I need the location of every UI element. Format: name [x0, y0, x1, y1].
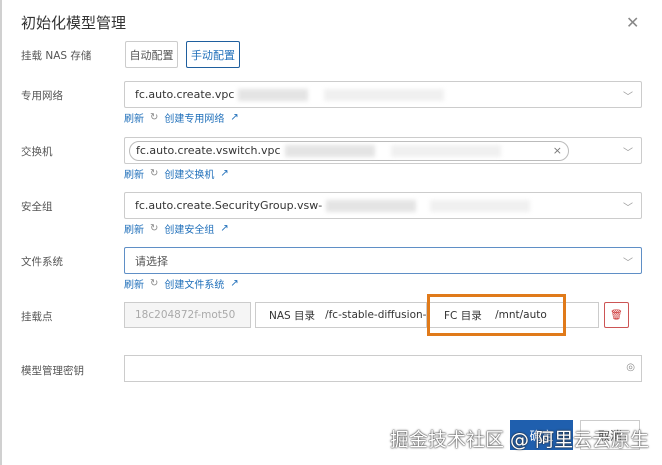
vswitch-select[interactable]: fc.auto.create.vswitch.vpc × ﹀ — [124, 137, 642, 164]
manual-config-button[interactable]: 手动配置 — [186, 41, 240, 68]
fs-select[interactable]: 请选择 ﹀ — [124, 247, 642, 274]
mount-id-field: 18c204872f-mot50 — [124, 302, 251, 328]
create-sg-link[interactable]: 创建安全组 — [164, 221, 214, 236]
fs-label: 文件系统 — [21, 256, 63, 268]
window-edge — [0, 0, 2, 465]
vswitch-refresh-link[interactable]: 刷新 — [124, 166, 144, 181]
sg-refresh-link[interactable]: 刷新 — [124, 221, 144, 236]
key-label: 模型管理密钥 — [21, 365, 84, 377]
remove-tag-icon[interactable]: × — [553, 144, 562, 157]
vpc-refresh-link[interactable]: 刷新 — [124, 110, 144, 125]
vpc-select[interactable]: fc.auto.create.vpc ﹀ — [124, 81, 642, 108]
vpc-links: 刷新 ↻ 创建专用网络 ↗ — [124, 110, 239, 125]
fs-placeholder: 请选择 — [135, 254, 168, 268]
delete-icon[interactable]: 🗑 — [604, 302, 629, 328]
key-input[interactable]: ◎ — [124, 355, 642, 382]
sg-value: fc.auto.create.SecurityGroup.vsw- — [135, 199, 323, 212]
highlight-box — [427, 294, 566, 336]
refresh-icon[interactable]: ↻ — [150, 168, 158, 179]
external-link-icon: ↗ — [230, 112, 239, 123]
vswitch-tag: fc.auto.create.vswitch.vpc × — [129, 140, 569, 161]
vpc-value: fc.auto.create.vpc — [135, 88, 235, 101]
fs-refresh-link[interactable]: 刷新 — [124, 276, 144, 291]
dialog-title: 初始化模型管理 — [21, 14, 127, 32]
auto-config-button[interactable]: 自动配置 — [125, 41, 178, 68]
chevron-down-icon: ﹀ — [623, 92, 633, 103]
nas-label: 挂载 NAS 存储 — [21, 50, 92, 62]
chevron-down-icon: ﹀ — [623, 148, 633, 159]
vpc-label: 专用网络 — [21, 90, 63, 102]
close-icon[interactable]: ✕ — [626, 13, 639, 32]
vswitch-label: 交换机 — [21, 146, 53, 158]
refresh-icon[interactable]: ↻ — [150, 278, 158, 289]
watermark: 掘金技术社区 @ 阿里云云原生 — [390, 429, 650, 451]
external-link-icon: ↗ — [220, 168, 229, 179]
create-fs-link[interactable]: 创建文件系统 — [164, 276, 224, 291]
refresh-icon[interactable]: ↻ — [150, 223, 158, 234]
refresh-icon[interactable]: ↻ — [150, 112, 158, 123]
nas-dir-field[interactable]: NAS 目录 /fc-stable-diffusion- — [255, 302, 427, 328]
chevron-down-icon: ﹀ — [623, 203, 633, 214]
sg-select[interactable]: fc.auto.create.SecurityGroup.vsw- ﹀ — [124, 192, 642, 219]
mount-label: 挂载点 — [21, 311, 53, 323]
eye-hidden-icon[interactable]: ◎ — [626, 362, 635, 373]
external-link-icon: ↗ — [230, 278, 239, 289]
create-vpc-link[interactable]: 创建专用网络 — [164, 110, 224, 125]
chevron-down-icon: ﹀ — [623, 258, 633, 269]
fs-links: 刷新 ↻ 创建文件系统 ↗ — [124, 276, 239, 291]
create-vswitch-link[interactable]: 创建交换机 — [164, 166, 214, 181]
external-link-icon: ↗ — [220, 223, 229, 234]
vswitch-links: 刷新 ↻ 创建交换机 ↗ — [124, 166, 229, 181]
sg-label: 安全组 — [21, 201, 53, 213]
sg-links: 刷新 ↻ 创建安全组 ↗ — [124, 221, 229, 236]
